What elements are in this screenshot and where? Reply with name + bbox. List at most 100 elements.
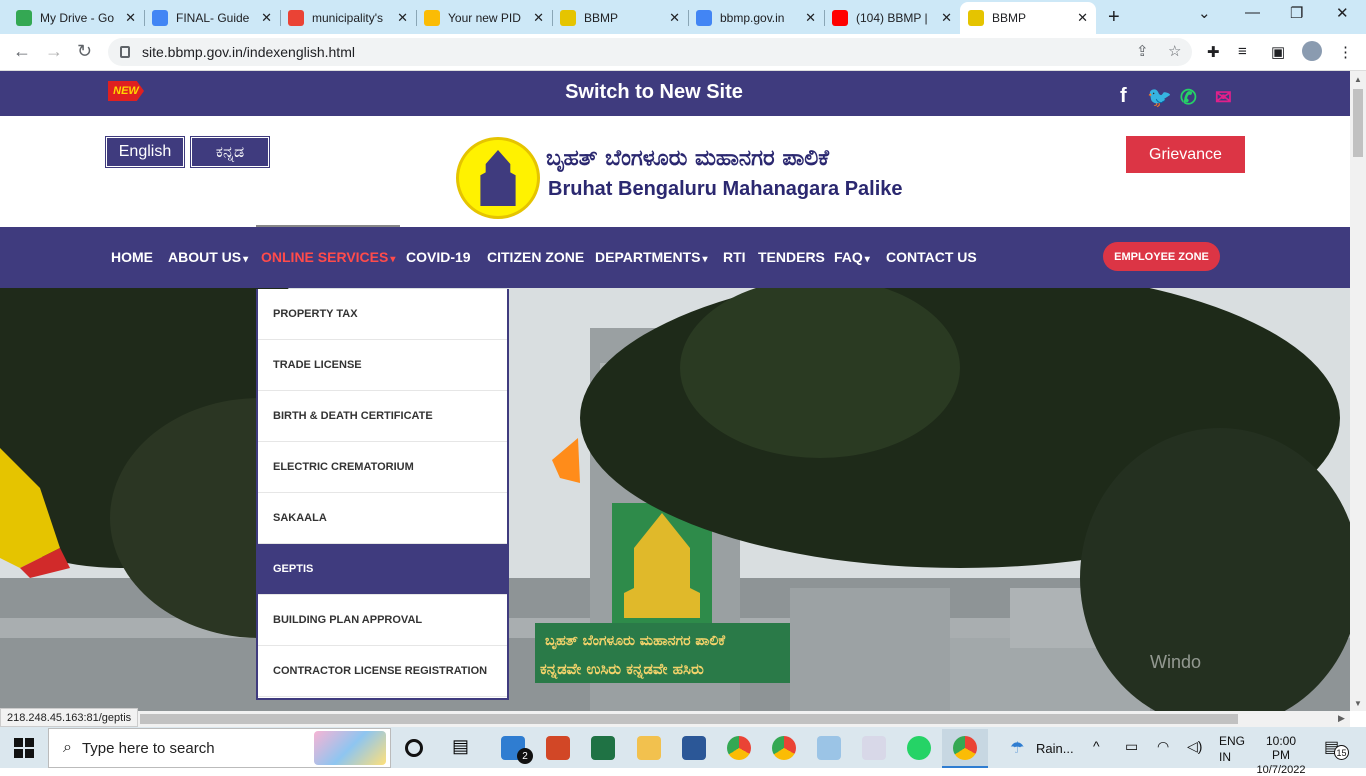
online-service-item[interactable]: GEPTIS bbox=[258, 544, 507, 595]
snipping-tool-icon[interactable] bbox=[862, 736, 886, 760]
employee-zone-button[interactable]: EMPLOYEE ZONE bbox=[1103, 242, 1220, 271]
online-service-item[interactable]: TRADE LICENSE bbox=[258, 340, 507, 391]
link-status-bar: 218.248.45.163:81/geptis bbox=[0, 708, 139, 727]
wifi-icon[interactable]: ◠ bbox=[1157, 738, 1169, 755]
site-title-kannada: ಬೃಹತ್ ಬೆಂಗಳೂರು ಮಹಾನಗರ ಪಾಲಿಕೆ bbox=[546, 146, 830, 171]
browser-tab[interactable]: BBMP ✕ bbox=[552, 2, 688, 34]
forward-icon[interactable]: → bbox=[45, 41, 63, 62]
close-tab-icon[interactable]: ✕ bbox=[1077, 10, 1088, 26]
online-service-item[interactable]: BUILDING PLAN APPROVAL bbox=[258, 595, 507, 646]
horizontal-scrollbar[interactable]: ▶ bbox=[0, 711, 1350, 727]
online-service-item[interactable]: CONTRACTOR LICENSE REGISTRATION bbox=[258, 646, 507, 697]
nav-item-citizen-zone[interactable]: CITIZEN ZONE bbox=[487, 249, 586, 265]
file-explorer-icon[interactable] bbox=[637, 736, 661, 760]
weather-icon[interactable]: ☂ bbox=[1010, 738, 1024, 758]
online-service-item[interactable]: SAKAALA bbox=[258, 493, 507, 544]
online-service-item[interactable]: PROPERTY TAX bbox=[258, 289, 507, 340]
nav-item-departments[interactable]: DEPARTMENTS ▾ bbox=[595, 249, 708, 265]
restore-button[interactable]: ❐ bbox=[1290, 4, 1303, 22]
paint-icon[interactable] bbox=[817, 736, 841, 760]
twitter-icon[interactable]: 🐦 bbox=[1147, 85, 1172, 110]
back-icon[interactable]: ← bbox=[13, 41, 31, 62]
tab-favicon-icon bbox=[832, 10, 848, 26]
tab-search-icon[interactable]: ⌄ bbox=[1198, 4, 1211, 22]
whatsapp-app-icon[interactable] bbox=[907, 736, 931, 760]
profile-avatar[interactable] bbox=[1302, 41, 1322, 61]
bbmp-building-photo: ಬೃಹತ್ ಬೆಂಗಳೂರು ಮಹಾನಗರ ಪಾಲಿಕೆ ಕನ್ನಡವೇ ಉಸಿ… bbox=[0, 288, 1350, 711]
menu-icon[interactable]: ⋮ bbox=[1338, 43, 1353, 61]
nav-item-contact-us[interactable]: CONTACT US bbox=[886, 249, 979, 265]
address-bar[interactable]: site.bbmp.gov.in/indexenglish.html ⇪ ☆ bbox=[108, 38, 1192, 66]
new-badge: NEW bbox=[108, 81, 144, 101]
taskbar-search-box[interactable]: ⌕ Type here to search bbox=[48, 728, 391, 768]
bbmp-logo[interactable] bbox=[456, 137, 540, 219]
nav-item-covid-19[interactable]: COVID-19 bbox=[406, 249, 473, 265]
weather-text[interactable]: Rain... bbox=[1036, 741, 1074, 756]
task-view-icon[interactable] bbox=[405, 739, 423, 757]
clock-time: 10:00 PM bbox=[1265, 734, 1297, 762]
excel-icon[interactable] bbox=[591, 736, 615, 760]
scroll-up-icon[interactable]: ▲ bbox=[1354, 75, 1362, 84]
side-panel-icon[interactable]: ▣ bbox=[1271, 43, 1285, 61]
language-indicator[interactable]: ENG IN bbox=[1219, 734, 1245, 764]
english-button[interactable]: English bbox=[105, 136, 185, 168]
share-icon[interactable]: ⇪ bbox=[1136, 42, 1149, 60]
extensions-icon[interactable]: ✚ bbox=[1207, 43, 1220, 61]
clock[interactable]: 10:00 PM 10/7/2022 bbox=[1256, 734, 1306, 776]
reload-icon[interactable]: ↻ bbox=[77, 41, 92, 62]
whatsapp-icon[interactable]: ✆ bbox=[1180, 85, 1197, 110]
horizontal-scroll-thumb[interactable] bbox=[140, 714, 1238, 724]
chrome-profile-icon[interactable] bbox=[772, 736, 796, 760]
nav-item-about-us[interactable]: ABOUT US ▾ bbox=[168, 249, 248, 265]
close-tab-icon[interactable]: ✕ bbox=[941, 10, 952, 26]
browser-tab[interactable]: BBMP ✕ bbox=[960, 2, 1096, 34]
browser-tab[interactable]: FINAL- Guide ✕ bbox=[144, 2, 280, 34]
new-tab-button[interactable]: + bbox=[1108, 6, 1120, 29]
vertical-scroll-thumb[interactable] bbox=[1353, 89, 1363, 157]
facebook-icon[interactable]: f bbox=[1120, 85, 1127, 108]
browser-tab[interactable]: municipality's ✕ bbox=[280, 2, 416, 34]
vertical-scrollbar[interactable]: ▲ ▼ bbox=[1350, 71, 1366, 711]
lock-icon[interactable] bbox=[120, 46, 130, 58]
chrome-active-app[interactable] bbox=[942, 729, 988, 768]
close-tab-icon[interactable]: ✕ bbox=[125, 10, 136, 26]
tab-favicon-icon bbox=[152, 10, 168, 26]
bookmark-star-icon[interactable]: ☆ bbox=[1168, 42, 1181, 60]
kannada-button[interactable]: ಕನ್ನಡ bbox=[190, 136, 270, 168]
scroll-right-icon[interactable]: ▶ bbox=[1338, 713, 1345, 724]
show-hidden-icons[interactable]: ^ bbox=[1093, 738, 1100, 754]
close-tab-icon[interactable]: ✕ bbox=[669, 10, 680, 26]
close-window-button[interactable]: ✕ bbox=[1336, 4, 1349, 22]
close-tab-icon[interactable]: ✕ bbox=[397, 10, 408, 26]
close-tab-icon[interactable]: ✕ bbox=[805, 10, 816, 26]
sahaaya-icon[interactable]: ✉ bbox=[1215, 85, 1232, 110]
minimize-button[interactable]: — bbox=[1245, 4, 1260, 21]
nav-item-online-services[interactable]: ONLINE SERVICES ▾ bbox=[261, 249, 395, 265]
online-service-item[interactable]: BIRTH & DEATH CERTIFICATE bbox=[258, 391, 507, 442]
browser-tab[interactable]: Your new PID ✕ bbox=[416, 2, 552, 34]
widgets-icon[interactable]: ▤ bbox=[452, 736, 476, 760]
close-tab-icon[interactable]: ✕ bbox=[533, 10, 544, 26]
online-service-item[interactable]: ELECTRIC CREMATORIUM bbox=[258, 442, 507, 493]
close-tab-icon[interactable]: ✕ bbox=[261, 10, 272, 26]
caret-down-icon: ▾ bbox=[243, 254, 249, 265]
nav-item-rti[interactable]: RTI bbox=[723, 249, 748, 265]
nav-item-faq[interactable]: FAQ ▾ bbox=[834, 249, 870, 265]
volume-icon[interactable]: ◁) bbox=[1187, 738, 1202, 755]
browser-tab[interactable]: (104) BBMP | ✕ bbox=[824, 2, 960, 34]
powerpoint-icon[interactable] bbox=[546, 736, 570, 760]
switch-to-new-site-link[interactable]: Switch to New Site bbox=[520, 81, 788, 104]
word-icon[interactable] bbox=[682, 736, 706, 760]
browser-tab[interactable]: bbmp.gov.in ✕ bbox=[688, 2, 824, 34]
windows-start-icon[interactable] bbox=[14, 738, 34, 758]
chrome-icon[interactable] bbox=[727, 736, 751, 760]
nav-item-tenders[interactable]: TENDERS bbox=[758, 249, 827, 265]
media-control-icon[interactable]: ≡ bbox=[1238, 43, 1247, 60]
mail-icon[interactable]: 2 bbox=[501, 736, 533, 764]
nav-item-home[interactable]: HOME bbox=[111, 249, 155, 265]
battery-icon[interactable]: ▭ bbox=[1125, 738, 1138, 755]
grievance-button[interactable]: Grievance bbox=[1126, 136, 1245, 173]
browser-tab[interactable]: My Drive - Go ✕ bbox=[8, 2, 144, 34]
scroll-down-icon[interactable]: ▼ bbox=[1354, 699, 1362, 708]
notification-icon[interactable]: ▤ 15 bbox=[1324, 737, 1349, 760]
